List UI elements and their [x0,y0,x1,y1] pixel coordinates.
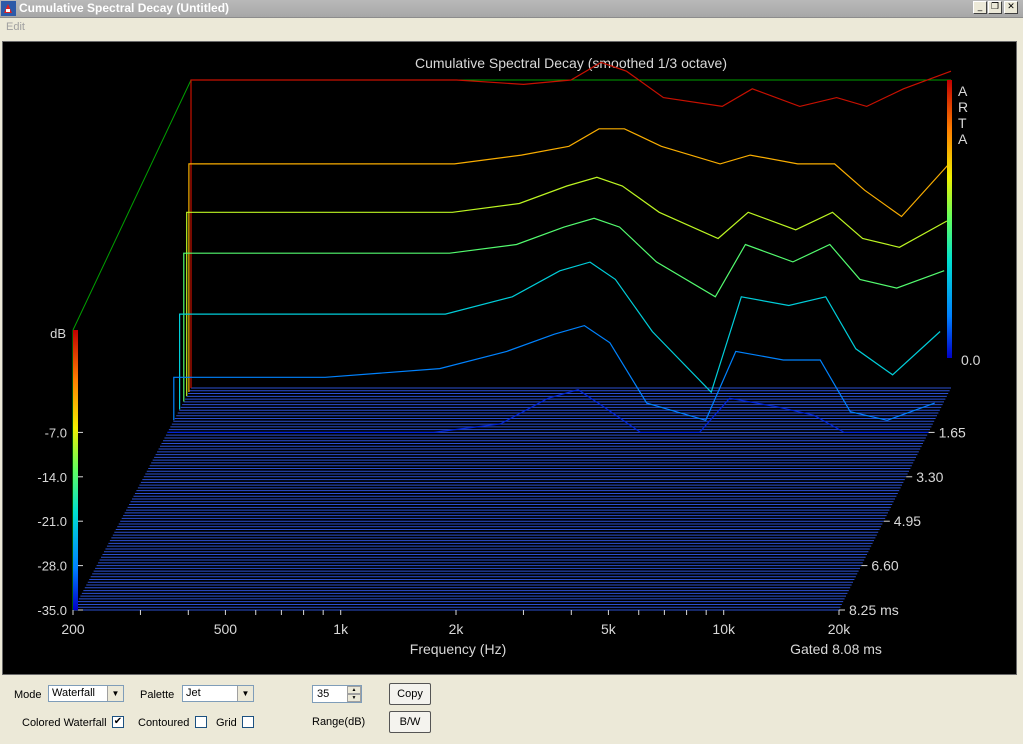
restore-button[interactable]: ❐ [988,1,1002,14]
db-tick-label: -7.0 [45,425,67,440]
bw-button[interactable]: B/W [389,711,431,733]
db-colorbar [73,330,78,610]
decay-curve [188,128,950,392]
arta-logo: ARTA [958,83,968,147]
window-title: Cumulative Spectral Decay (Untitled) [19,1,230,15]
range-value: 35 [317,688,330,700]
db-tick-label: -35.0 [37,603,67,618]
frequency-tick-label: 500 [214,621,238,637]
time-tick-label: 3.30 [916,469,943,485]
chart-area: Cumulative Spectral Decay (smoothed 1/3 … [2,41,1017,675]
db-tick-label: -21.0 [37,514,67,529]
frequency-tick-label: 10k [712,621,736,637]
spin-down-icon[interactable]: ▼ [347,694,361,702]
level-colorbar [947,80,952,358]
contoured-checkbox[interactable] [195,716,207,728]
close-button[interactable]: ✕ [1004,1,1018,14]
decay-curve [183,217,945,402]
axes-frame [72,79,951,611]
chart-title: Cumulative Spectral Decay (smoothed 1/3 … [415,55,727,71]
colored-waterfall-checkbox[interactable]: ✔ [112,716,124,728]
frequency-tick-label: 5k [601,621,617,637]
frequency-tick-label: 20k [828,621,852,637]
palette-label: Palette [140,689,175,701]
range-spinner[interactable]: 35 ▲ ▼ [312,685,362,703]
decay-curves [167,61,952,433]
frequency-tick-label: 2k [449,621,465,637]
mode-value: Waterfall [52,687,95,699]
copy-button[interactable]: Copy [389,683,431,705]
decay-curve [186,176,948,397]
frequency-tick-label: 1k [333,621,349,637]
grid-label: Grid [216,717,237,729]
db-axis-title: dB [50,326,66,341]
decay-curve [173,324,935,422]
db-tick-label: -14.0 [37,470,67,485]
gated-label: Gated 8.08 ms [790,641,882,657]
level-zero-label: 0.0 [961,352,981,368]
logo-letter: R [958,99,968,115]
logo-letter: T [958,115,967,131]
colored-waterfall-label: Colored Waterfall [22,717,107,729]
chevron-down-icon[interactable]: ▼ [107,686,123,701]
time-tick-label: 8.25 ms [849,602,899,618]
logo-letter: A [958,83,968,99]
menu-edit[interactable]: Edit [6,21,25,33]
palette-value: Jet [186,687,201,699]
decay-curve [179,261,941,410]
frequency-tick-label: 200 [61,621,85,637]
mode-label: Mode [14,689,42,701]
grid-checkbox[interactable] [242,716,254,728]
db-tick-label: -28.0 [37,559,67,574]
time-tick-label: 6.60 [871,558,898,574]
title-bar: Cumulative Spectral Decay (Untitled) _ ❐… [0,0,1023,18]
palette-select[interactable]: Jet ▼ [182,685,254,702]
time-tick-label: 4.95 [894,513,921,529]
waterfall-plot: Cumulative Spectral Decay (smoothed 1/3 … [37,55,981,657]
range-label: Range(dB) [312,716,366,728]
mode-select[interactable]: Waterfall ▼ [48,685,124,702]
logo-letter: A [958,131,968,147]
spin-up-icon[interactable]: ▲ [347,686,361,694]
time-tick-label: 1.65 [939,424,966,440]
app-icon[interactable] [1,1,16,16]
decay-floor [73,387,951,611]
x-axis-label: Frequency (Hz) [410,641,506,657]
contoured-label: Contoured [138,717,190,729]
check-icon: ✔ [113,716,123,727]
chevron-down-icon[interactable]: ▼ [237,686,253,701]
minimize-button[interactable]: _ [973,1,987,14]
menu-bar: Edit [0,18,1023,38]
frequency-ticks: 200 500 1k 2k 5k 10k 20k [61,610,851,637]
control-panel: Mode Waterfall ▼ Palette Jet ▼ Colored W… [0,676,1023,744]
